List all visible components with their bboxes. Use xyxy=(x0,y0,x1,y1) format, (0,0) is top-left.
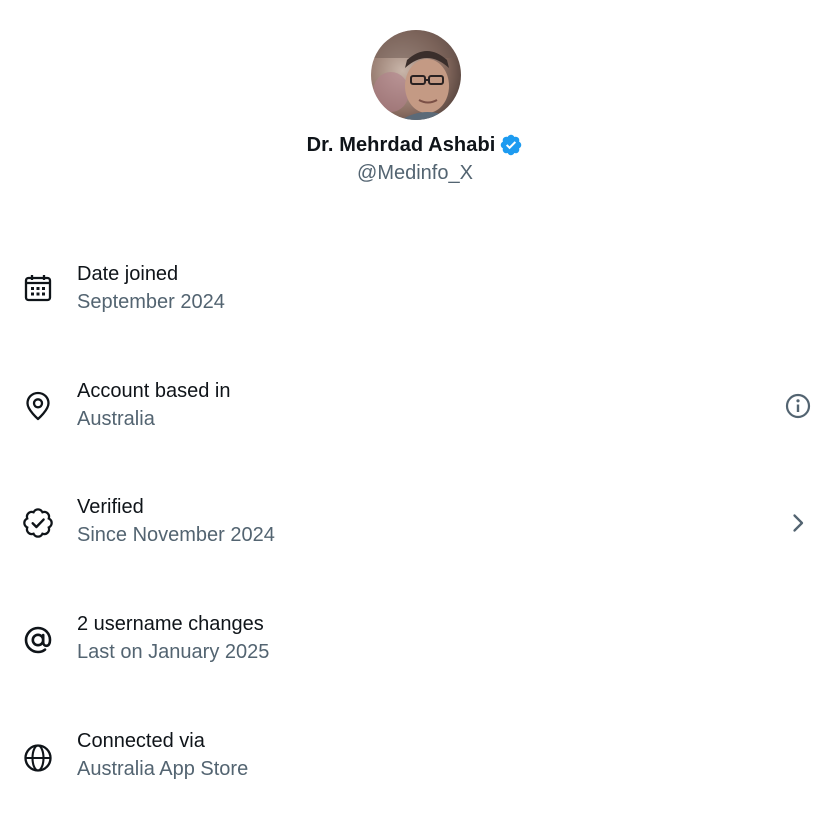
verified-badge-icon[interactable] xyxy=(499,133,523,157)
at-sign-icon xyxy=(22,624,54,656)
info-text: 2 username changes Last on January 2025 xyxy=(77,610,269,666)
info-icon[interactable] xyxy=(782,390,814,422)
info-text: Account based in Australia xyxy=(77,377,230,433)
calendar-icon xyxy=(22,272,54,304)
info-subtitle: September 2024 xyxy=(77,291,225,313)
info-subtitle: Since November 2024 xyxy=(77,524,275,546)
globe-icon xyxy=(22,742,54,774)
info-text: Verified Since November 2024 xyxy=(77,493,275,549)
info-text: Connected via Australia App Store xyxy=(77,727,248,783)
info-row-verified[interactable]: Verified Since November 2024 xyxy=(0,464,830,581)
info-row-username-changes: 2 username changes Last on January 2025 xyxy=(0,581,830,698)
info-subtitle: Last on January 2025 xyxy=(77,641,270,663)
avatar[interactable] xyxy=(371,30,461,120)
info-title: Date joined xyxy=(77,263,179,285)
info-subtitle: Australia xyxy=(77,408,155,430)
info-title: Verified xyxy=(77,496,144,518)
avatar-photo xyxy=(371,30,461,120)
username-handle: @Medinfo_X xyxy=(357,162,473,184)
info-title: 2 username changes xyxy=(77,613,264,635)
info-row-date-joined: Date joined September 2024 xyxy=(0,230,830,347)
chevron-right-icon[interactable] xyxy=(782,507,814,539)
location-pin-icon xyxy=(22,390,54,422)
info-row-connected-via: Connected via Australia App Store xyxy=(0,698,830,815)
info-row-account-based-in: Account based in Australia xyxy=(0,347,830,464)
name-row: Dr. Mehrdad Ashabi xyxy=(0,131,830,159)
profile-header: Dr. Mehrdad Ashabi @Medinfo_X xyxy=(0,0,830,200)
info-title: Account based in xyxy=(77,380,231,402)
info-subtitle: Australia App Store xyxy=(77,758,249,780)
info-text: Date joined September 2024 xyxy=(77,260,225,316)
verified-badge-outline-icon xyxy=(22,507,54,539)
display-name: Dr. Mehrdad Ashabi xyxy=(306,133,496,156)
info-title: Connected via xyxy=(77,730,205,752)
